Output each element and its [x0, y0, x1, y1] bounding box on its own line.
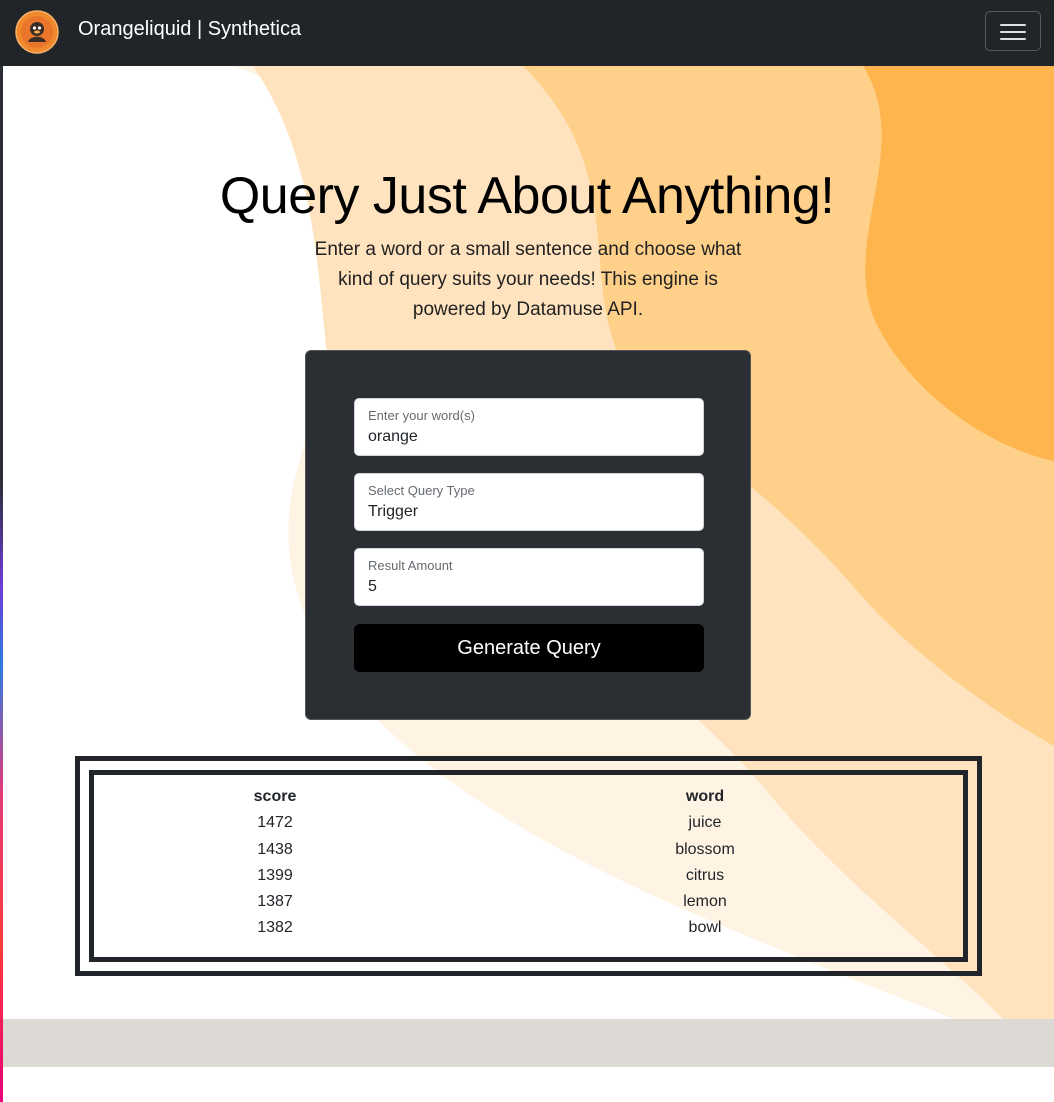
table-cell-score: 1387 — [257, 893, 293, 910]
duck-mascot-icon[interactable] — [15, 10, 59, 54]
generate-query-button[interactable]: Generate Query — [354, 624, 704, 672]
navbar: Orangeliquid | Synthetica — [0, 0, 1054, 66]
query-type-select[interactable]: Select Query Type Trigger — [354, 473, 704, 531]
footer-band — [3, 1019, 1054, 1067]
table-cell-score: 1382 — [257, 919, 293, 936]
table-cell-word: bowl — [688, 919, 722, 936]
table-cell-score: 1438 — [257, 841, 293, 858]
query-form-card: Enter your word(s) orange Select Query T… — [305, 350, 751, 720]
table-cell-word: citrus — [685, 867, 725, 884]
results-table: score word 1472 juice 1438 blossom 1399 … — [89, 770, 968, 962]
word-input-value[interactable]: orange — [368, 427, 418, 447]
hamburger-menu-icon — [1000, 24, 1026, 26]
word-input-label: Enter your word(s) — [368, 408, 475, 423]
hamburger-menu-icon — [1000, 38, 1026, 40]
brand-title[interactable]: Orangeliquid | Synthetica — [78, 15, 301, 43]
column-header-word: word — [685, 788, 725, 805]
column-header-score: score — [253, 788, 297, 805]
query-type-label: Select Query Type — [368, 483, 475, 498]
result-amount-value[interactable]: 5 — [368, 577, 377, 597]
table-cell-score: 1399 — [257, 867, 293, 884]
page-subtitle: Enter a word or a small sentence and cho… — [314, 239, 742, 320]
result-amount-input[interactable]: Result Amount 5 — [354, 548, 704, 606]
hamburger-menu-icon — [1000, 31, 1026, 33]
result-amount-label: Result Amount — [368, 558, 453, 573]
page: Orangeliquid | Synthetica Query Just Abo… — [0, 0, 1054, 1102]
page-title: Query Just About Anything! — [219, 167, 835, 225]
navbar-toggler-button[interactable] — [985, 11, 1041, 51]
table-cell-word: juice — [688, 814, 722, 831]
table-cell-word: blossom — [675, 841, 735, 858]
table-cell-score: 1472 — [257, 814, 293, 831]
table-cell-word: lemon — [683, 893, 727, 910]
results-table-frame: score word 1472 juice 1438 blossom 1399 … — [75, 756, 982, 976]
word-input[interactable]: Enter your word(s) orange — [354, 398, 704, 456]
query-type-value[interactable]: Trigger — [368, 502, 418, 522]
